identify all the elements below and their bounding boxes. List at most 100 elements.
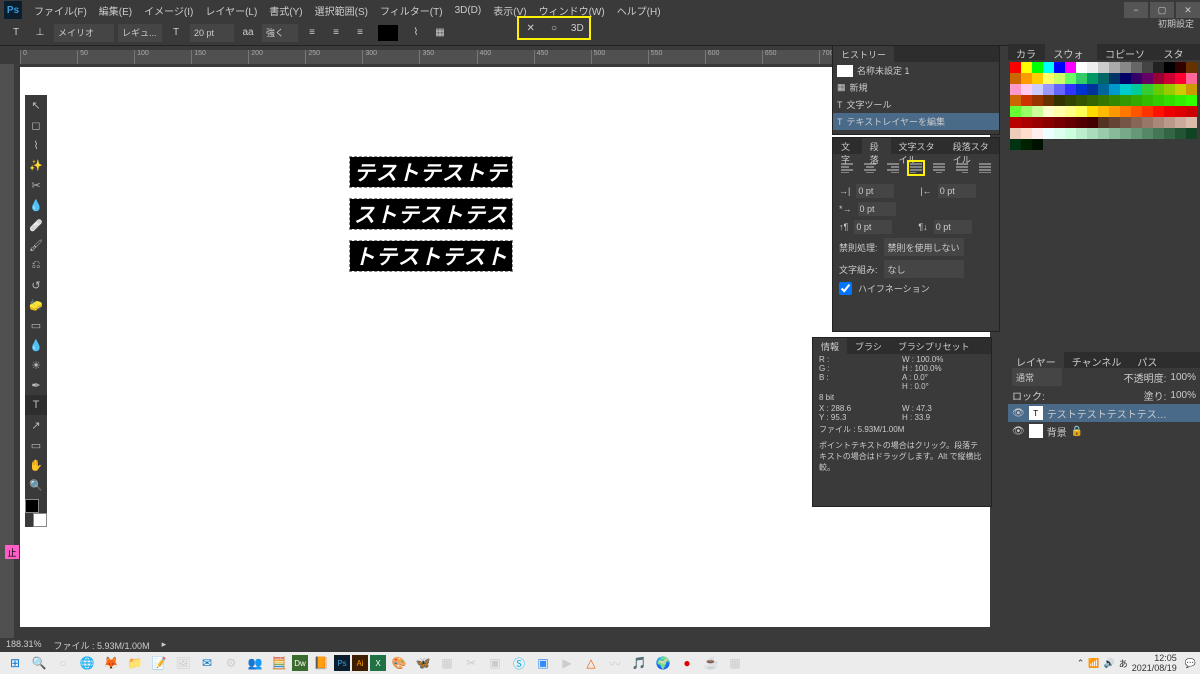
swatch[interactable] (1043, 106, 1054, 117)
swatch[interactable] (1065, 106, 1076, 117)
brushpreset-tab[interactable]: ブラシプリセット (890, 338, 978, 354)
app-icon-4[interactable]: ▦ (724, 653, 746, 673)
swatch[interactable] (1164, 84, 1175, 95)
swatch[interactable] (1065, 62, 1076, 73)
swatch[interactable] (1021, 117, 1032, 128)
swatch[interactable] (1153, 95, 1164, 106)
ime-indicator[interactable]: あ (1119, 657, 1128, 670)
tool-zoom[interactable]: 🔍 (25, 475, 47, 495)
copysource-tab[interactable]: コピーソース (1097, 44, 1155, 60)
swatch[interactable] (1109, 128, 1120, 139)
tool-rectangle[interactable]: ▭ (25, 435, 47, 455)
swatch[interactable] (1142, 62, 1153, 73)
color-tab[interactable]: カラー (1008, 44, 1045, 60)
cortana-icon[interactable]: ○ (52, 653, 74, 673)
history-item-1[interactable]: T 文字ツール (833, 96, 999, 113)
swatch[interactable] (1175, 84, 1186, 95)
swatch[interactable] (1065, 128, 1076, 139)
align-right-btn[interactable] (885, 160, 902, 176)
swatch[interactable] (1109, 106, 1120, 117)
tool-pen[interactable]: ✒ (25, 375, 47, 395)
swatch[interactable] (1142, 128, 1153, 139)
layers-tab[interactable]: レイヤー (1008, 352, 1064, 368)
swatch[interactable] (1131, 62, 1142, 73)
channels-tab[interactable]: チャンネル (1064, 352, 1130, 368)
swatch[interactable] (1131, 95, 1142, 106)
swatch[interactable] (1010, 128, 1021, 139)
vlc-icon[interactable]: △ (580, 653, 602, 673)
swatch[interactable] (1076, 128, 1087, 139)
swatch[interactable] (1054, 84, 1065, 95)
swatch[interactable] (1043, 62, 1054, 73)
swatch[interactable] (1043, 84, 1054, 95)
tool-marquee[interactable]: ◻ (25, 115, 47, 135)
menu-file[interactable]: ファイル(F) (28, 1, 93, 20)
java-icon[interactable]: ☕ (700, 653, 722, 673)
dw-icon[interactable]: Dw (292, 655, 308, 671)
swatch[interactable] (1153, 128, 1164, 139)
swatch[interactable] (1120, 95, 1131, 106)
tool-lasso[interactable]: ⌇ (25, 135, 47, 155)
swatch[interactable] (1131, 128, 1142, 139)
swatch[interactable] (1142, 106, 1153, 117)
justify-last-center-btn[interactable] (931, 160, 948, 176)
app-icon-3[interactable]: 〰 (604, 653, 626, 673)
swatch[interactable] (1142, 73, 1153, 84)
swatch[interactable] (1175, 95, 1186, 106)
layer-background[interactable]: 👁 背景 🔒 (1008, 422, 1200, 440)
swatch[interactable] (1186, 62, 1197, 73)
swatch[interactable] (1164, 117, 1175, 128)
swatch[interactable] (1087, 84, 1098, 95)
paint-icon[interactable]: 🎨 (388, 653, 410, 673)
swatch[interactable] (1142, 84, 1153, 95)
swatch[interactable] (1131, 117, 1142, 128)
swatch[interactable] (1021, 128, 1032, 139)
wifi-icon[interactable]: 📶 (1088, 658, 1099, 669)
swatch[interactable] (1098, 62, 1109, 73)
tool-stamp[interactable]: ⎌ (25, 255, 47, 275)
tray-chevron-icon[interactable]: ⌃ (1077, 658, 1085, 669)
background-color[interactable] (33, 513, 47, 527)
swatch[interactable] (1054, 106, 1065, 117)
swatch[interactable] (1164, 128, 1175, 139)
swatch[interactable] (1076, 117, 1087, 128)
skype-icon[interactable]: Ⓢ (508, 653, 530, 673)
swatch[interactable] (1120, 106, 1131, 117)
globe-icon[interactable]: 🌍 (652, 653, 674, 673)
char-panel-icon[interactable]: ▦ (430, 23, 450, 43)
swatch[interactable] (1021, 95, 1032, 106)
swatch[interactable] (1098, 95, 1109, 106)
swatch[interactable] (1164, 62, 1175, 73)
swatch[interactable] (1120, 62, 1131, 73)
tool-heal[interactable]: 🩹 (25, 215, 47, 235)
swatch[interactable] (1175, 106, 1186, 117)
swatch[interactable] (1164, 73, 1175, 84)
mojikumi-dropdown[interactable]: なし (884, 260, 964, 278)
font-size-dropdown[interactable]: 20 pt (190, 24, 234, 42)
swatch[interactable] (1087, 95, 1098, 106)
antialiasing-dropdown[interactable]: 強く (262, 24, 298, 42)
swatch[interactable] (1098, 106, 1109, 117)
font-style-dropdown[interactable]: レギュ... (118, 24, 162, 42)
menu-edit[interactable]: 編集(E) (93, 1, 138, 20)
swatch[interactable] (1109, 73, 1120, 84)
close-button[interactable]: ✕ (1176, 2, 1200, 18)
clock[interactable]: 12:05 2021/08/19 (1132, 653, 1181, 673)
swatch[interactable] (1186, 117, 1197, 128)
indent-first-input[interactable] (858, 202, 896, 216)
swatch[interactable] (1032, 106, 1043, 117)
search-icon[interactable]: 🔍 (28, 653, 50, 673)
swatch[interactable] (1131, 106, 1142, 117)
maximize-button[interactable]: ▢ (1150, 2, 1174, 18)
tool-type[interactable]: T (25, 395, 47, 415)
photos-icon[interactable]: 🖼 (172, 653, 194, 673)
tool-hand[interactable]: ✋ (25, 455, 47, 475)
cancel-text-icon[interactable]: ✕ (521, 18, 541, 38)
swatch[interactable] (1054, 128, 1065, 139)
menu-layer[interactable]: レイヤー(L) (199, 1, 263, 20)
zoom-icon[interactable]: ▣ (532, 653, 554, 673)
history-item-0[interactable]: ▦ 新規 (833, 79, 999, 96)
tool-history-brush[interactable]: ↺ (25, 275, 47, 295)
swatch[interactable] (1032, 73, 1043, 84)
swatch[interactable] (1043, 73, 1054, 84)
